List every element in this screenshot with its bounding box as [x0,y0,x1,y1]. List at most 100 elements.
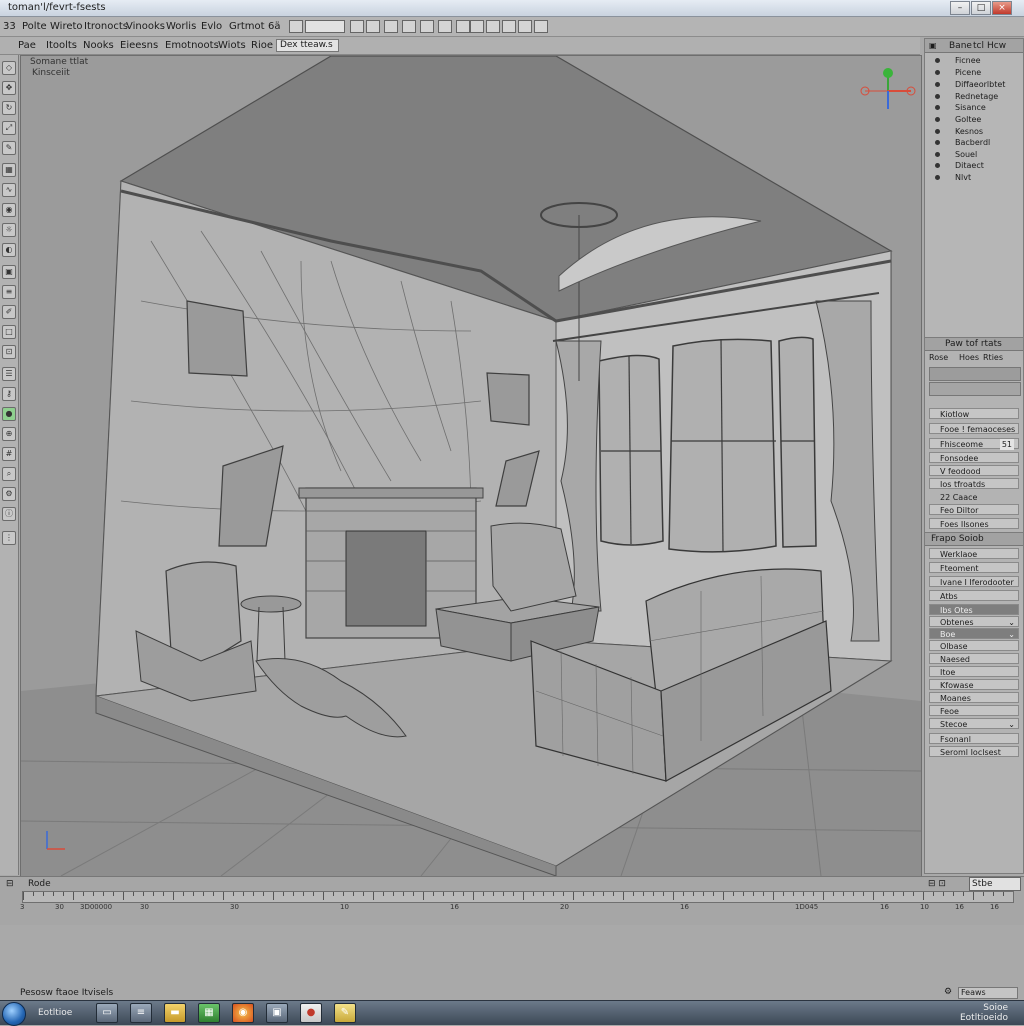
scene-row[interactable]: Ivane I Iferodooter [929,576,1019,587]
zoom-tool-icon[interactable]: ⌕ [2,467,16,481]
more-tool-icon[interactable]: ⋮ [2,531,16,545]
property-row[interactable]: Foes Ilsones [929,518,1019,529]
play-tool-icon[interactable]: ● [2,407,16,421]
outliner-item[interactable]: Souel [931,149,1019,160]
property-row[interactable]: Fhisceome 51 [929,438,1019,450]
scale-tool-icon[interactable]: ⤢ [2,121,16,135]
view-dropdown[interactable]: Dex tteaw.s [276,39,339,52]
spreadsheet-icon[interactable]: ▦ [198,1003,220,1023]
outliner-item[interactable]: Goltee [931,114,1019,125]
light-tool-icon[interactable]: ☼ [2,223,16,237]
status-field[interactable]: Feaws [958,987,1018,999]
folder-icon[interactable]: ▬ [164,1003,186,1023]
scene-row[interactable]: Feoe [929,705,1019,716]
outliner-item[interactable]: Diffaeorlbtet [931,79,1019,90]
menu-item[interactable]: 6ä [268,21,281,32]
scene-row[interactable]: Kfowase [929,679,1019,690]
toolbar-item[interactable]: Itoolts [46,40,77,51]
menu-item[interactable]: Evlo [201,21,222,32]
toolbar-icon[interactable] [350,20,364,33]
outliner-header-col[interactable]: Bane [949,41,972,51]
toolbar-item[interactable]: Pae [18,40,36,51]
timeline-controls-icon[interactable]: ⊟ ⊡ [928,879,946,889]
notes-icon[interactable]: ✎ [334,1003,356,1023]
scene-row[interactable]: Olbase [929,640,1019,651]
mesh-tool-icon[interactable]: ▦ [2,163,16,177]
media-icon[interactable]: ▣ [266,1003,288,1023]
outliner-item[interactable]: Ficnee [931,55,1019,66]
scene-row[interactable]: Fsonanl [929,733,1019,744]
paint-tool-icon[interactable]: ✐ [2,305,16,319]
list-tool-icon[interactable]: ☰ [2,367,16,381]
toolbar-item[interactable]: Wiots [218,40,246,51]
outliner-header-col[interactable]: tcl [973,41,984,51]
chevron-down-icon[interactable]: ⌄ [1008,617,1015,628]
visibility-icon[interactable] [935,117,940,122]
visibility-icon[interactable] [935,140,940,145]
menu-item[interactable]: Itronocts [84,21,128,32]
property-row[interactable]: Fooe ! femaoceses [929,423,1019,434]
visibility-icon[interactable] [935,175,940,180]
outliner-icon[interactable]: ▣ [929,41,937,50]
toolbar-icon[interactable] [366,20,380,33]
properties-icon-row[interactable] [929,382,1021,396]
toolbar-icon[interactable] [402,20,416,33]
visibility-icon[interactable] [935,70,940,75]
property-row[interactable]: Ios tfroatds [929,478,1019,489]
info-tool-icon[interactable]: ⓘ [2,507,16,521]
scene-row[interactable]: Itoe [929,666,1019,677]
app-list-icon[interactable]: ≡ [130,1003,152,1023]
rotate-tool-icon[interactable]: ↻ [2,101,16,115]
toolbar-icon[interactable] [384,20,398,33]
shape-tool-icon[interactable]: □ [2,325,16,339]
outliner-item[interactable]: Kesnos [931,126,1019,137]
app-window-icon[interactable]: ▭ [96,1003,118,1023]
key-tool-icon[interactable]: ⚷ [2,387,16,401]
outliner-item[interactable]: Picene [931,67,1019,78]
scene-row[interactable]: Seroml Ioclsest [929,746,1019,757]
properties-icon-row[interactable] [929,367,1021,381]
visibility-icon[interactable] [935,129,940,134]
start-button-icon[interactable] [2,1002,26,1026]
visibility-icon[interactable] [935,163,940,168]
scene-row[interactable]: Fteoment [929,562,1019,573]
layer-tool-icon[interactable]: ≡ [2,285,16,299]
property-row[interactable]: Fonsodee [929,452,1019,463]
toolbar-icon[interactable] [518,20,532,33]
outliner-item[interactable]: Nlvt [931,172,1019,183]
view-tool-icon[interactable]: ⊡ [2,345,16,359]
scene-row[interactable]: Atbs [929,590,1019,601]
visibility-icon[interactable] [935,58,940,63]
render-tool-icon[interactable]: ▣ [2,265,16,279]
toolbar-icon[interactable] [420,20,434,33]
menu-item[interactable]: Grtmot [229,21,265,32]
scene-row[interactable]: Stecoe ⌄ [929,718,1019,729]
camera-tool-icon[interactable]: ◉ [2,203,16,217]
edit-tool-icon[interactable]: ✎ [2,141,16,155]
property-row[interactable]: 22 Caace [929,491,1019,502]
status-icon[interactable]: ⚙ [944,987,952,997]
toolbar-item[interactable]: Eieesns [120,40,158,51]
scene-row[interactable]: Naesed [929,653,1019,664]
snap-tool-icon[interactable]: ⊕ [2,427,16,441]
toolbar-item[interactable]: Rioe [251,40,273,51]
scene-row[interactable]: Boe ⌄ [929,628,1019,639]
visibility-icon[interactable] [935,105,940,110]
close-icon[interactable]: × [992,1,1012,15]
toolbar-icon[interactable] [438,20,452,33]
toolbar-icon[interactable] [289,20,303,33]
browser-icon[interactable]: ◉ [232,1003,254,1023]
properties-tab[interactable]: Rose [929,353,948,362]
toolbar-icon[interactable] [470,20,484,33]
outliner-item[interactable]: Rednetage [931,91,1019,102]
toolbar-icon[interactable] [534,20,548,33]
outliner-item[interactable]: Bacberdl [931,137,1019,148]
select-tool-icon[interactable]: ◇ [2,61,16,75]
scene-row[interactable]: Moanes [929,692,1019,703]
toolbar-item[interactable]: Nooks [83,40,114,51]
scene-row[interactable]: Ibs Otes [929,604,1019,615]
scene-row[interactable]: Obtenes ⌄ [929,616,1019,627]
toolbar-icon[interactable] [502,20,516,33]
timeline-field[interactable]: Stbe [969,877,1021,891]
move-tool-icon[interactable]: ✥ [2,81,16,95]
